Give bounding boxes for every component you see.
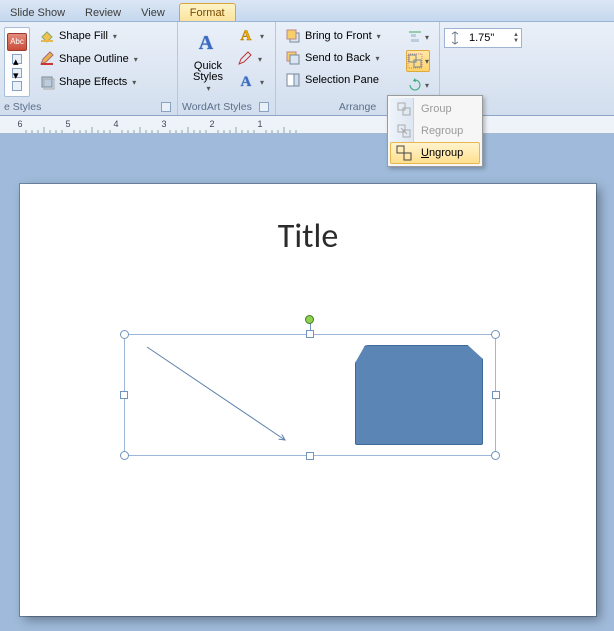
bring-to-front-button[interactable]: Bring to Front ▾ <box>280 26 402 46</box>
wordart-styles-group-label: WordArt Styles <box>182 101 252 113</box>
dropdown-icon: ▾ <box>425 33 429 42</box>
svg-text:3: 3 <box>161 119 166 129</box>
selection-handle-nw[interactable] <box>120 330 129 339</box>
gallery-up-icon[interactable]: ▴ <box>12 54 22 64</box>
group-button[interactable]: ▾ <box>406 50 430 72</box>
ribbon-tab-strip: Slide Show Review View Format <box>0 0 614 22</box>
menu-item-ungroup[interactable]: Ungroup <box>390 142 480 164</box>
tab-view[interactable]: View <box>131 4 175 21</box>
ungroup-icon <box>395 145 413 161</box>
dialog-launcher-icon[interactable] <box>161 102 171 112</box>
tab-review[interactable]: Review <box>75 4 131 21</box>
text-effects-icon: A <box>237 74 255 90</box>
quick-styles-button[interactable]: A Quick Styles ▾ <box>186 24 230 100</box>
dropdown-icon: ▾ <box>260 32 264 41</box>
dropdown-icon: ▾ <box>425 81 429 90</box>
selection-pane-label: Selection Pane <box>305 74 379 86</box>
horizontal-ruler: 6543210123456 <box>0 116 614 134</box>
group-icon <box>407 53 423 69</box>
svg-text:5: 5 <box>65 119 70 129</box>
text-outline-icon <box>237 51 253 67</box>
dropdown-icon: ▾ <box>113 32 117 41</box>
slide-workspace: Title <box>0 134 614 631</box>
shape-fill-button[interactable]: Shape Fill ▾ <box>34 26 143 46</box>
align-icon <box>407 29 423 45</box>
selection-handle-ne[interactable] <box>491 330 500 339</box>
tab-format[interactable]: Format <box>179 3 236 21</box>
dialog-launcher-icon[interactable] <box>259 102 269 112</box>
send-to-back-label: Send to Back <box>305 52 370 64</box>
shape-effects-button[interactable]: Shape Effects ▾ <box>34 72 143 92</box>
selection-pane-button[interactable]: Selection Pane <box>280 70 402 90</box>
dropdown-icon: ▾ <box>260 78 264 87</box>
group-dropdown-menu: Group Regroup Ungroup <box>387 95 483 167</box>
menu-item-ungroup-label: Ungroup <box>421 147 463 159</box>
menu-item-regroup-label: Regroup <box>421 125 463 137</box>
tab-slideshow[interactable]: Slide Show <box>0 4 75 21</box>
ribbon: Abc ▴ ▾ Shape Fill ▾ <box>0 22 614 116</box>
shape-outline-button[interactable]: Shape Outline ▾ <box>34 49 143 69</box>
selection-handle-n[interactable] <box>306 330 314 338</box>
text-effects-button[interactable]: A ▾ <box>234 72 267 92</box>
slide[interactable]: Title <box>20 184 596 616</box>
gallery-down-icon[interactable]: ▾ <box>12 68 22 78</box>
dropdown-icon: ▾ <box>132 78 136 87</box>
bring-front-icon <box>285 28 301 44</box>
regroup-icon <box>395 123 413 139</box>
dropdown-icon: ▾ <box>206 84 210 93</box>
rounded-rectangle-shape[interactable] <box>355 345 483 445</box>
text-fill-icon: A <box>237 28 255 44</box>
group-icon <box>395 101 413 117</box>
send-to-back-button[interactable]: Send to Back ▾ <box>280 48 402 68</box>
quick-styles-label: Quick Styles <box>193 61 223 83</box>
selection-handle-se[interactable] <box>491 451 500 460</box>
dropdown-icon: ▾ <box>425 57 429 66</box>
height-field[interactable] <box>465 31 511 45</box>
rotate-icon <box>407 77 423 93</box>
selection-handle-e[interactable] <box>492 391 500 399</box>
svg-text:2: 2 <box>209 119 214 129</box>
dropdown-icon: ▾ <box>134 55 138 64</box>
height-spinner[interactable]: ▲▼ <box>513 32 519 44</box>
dropdown-icon: ▾ <box>375 54 379 63</box>
selection-handle-w[interactable] <box>120 391 128 399</box>
shape-style-gallery[interactable]: Abc ▴ ▾ <box>4 27 30 97</box>
wordart-aa-icon: A <box>194 32 222 60</box>
effects-icon <box>39 74 55 90</box>
group-shape-styles: Abc ▴ ▾ Shape Fill ▾ <box>0 22 178 115</box>
menu-item-regroup[interactable]: Regroup <box>390 120 480 142</box>
group-wordart-styles: A Quick Styles ▾ A ▾ ▾ A ▾ <box>178 22 276 115</box>
send-back-icon <box>285 50 301 66</box>
align-button[interactable]: ▾ <box>406 26 430 48</box>
dropdown-icon: ▾ <box>258 55 262 64</box>
arrow-shape[interactable] <box>145 345 293 445</box>
paint-bucket-icon <box>39 28 55 44</box>
bring-to-front-label: Bring to Front <box>305 30 372 42</box>
rotation-handle[interactable] <box>305 315 314 324</box>
rotate-button[interactable]: ▾ <box>406 74 430 96</box>
menu-item-group[interactable]: Group <box>390 98 480 120</box>
shape-effects-label: Shape Effects <box>59 76 127 88</box>
text-outline-button[interactable]: ▾ <box>234 49 267 69</box>
shape-styles-group-label: e Styles <box>4 101 41 113</box>
slide-title[interactable]: Title <box>20 216 596 257</box>
height-input[interactable]: ▲▼ <box>444 28 522 48</box>
selection-handle-s[interactable] <box>306 452 314 460</box>
svg-text:6: 6 <box>17 119 22 129</box>
selection-handle-sw[interactable] <box>120 451 129 460</box>
gallery-more-icon[interactable] <box>12 81 22 91</box>
pencil-icon <box>39 51 55 67</box>
shape-style-preview: Abc <box>7 33 27 51</box>
selection-group[interactable] <box>124 334 496 456</box>
menu-item-group-label: Group <box>421 103 452 115</box>
ruler-svg: 6543210123456 <box>0 116 300 134</box>
text-fill-button[interactable]: A ▾ <box>234 26 267 46</box>
shape-outline-label: Shape Outline <box>59 53 129 65</box>
selection-pane-icon <box>285 72 301 88</box>
dropdown-icon: ▾ <box>377 32 381 41</box>
shape-fill-label: Shape Fill <box>59 30 108 42</box>
height-icon <box>447 30 463 46</box>
svg-text:1: 1 <box>257 119 262 129</box>
svg-text:4: 4 <box>113 119 118 129</box>
